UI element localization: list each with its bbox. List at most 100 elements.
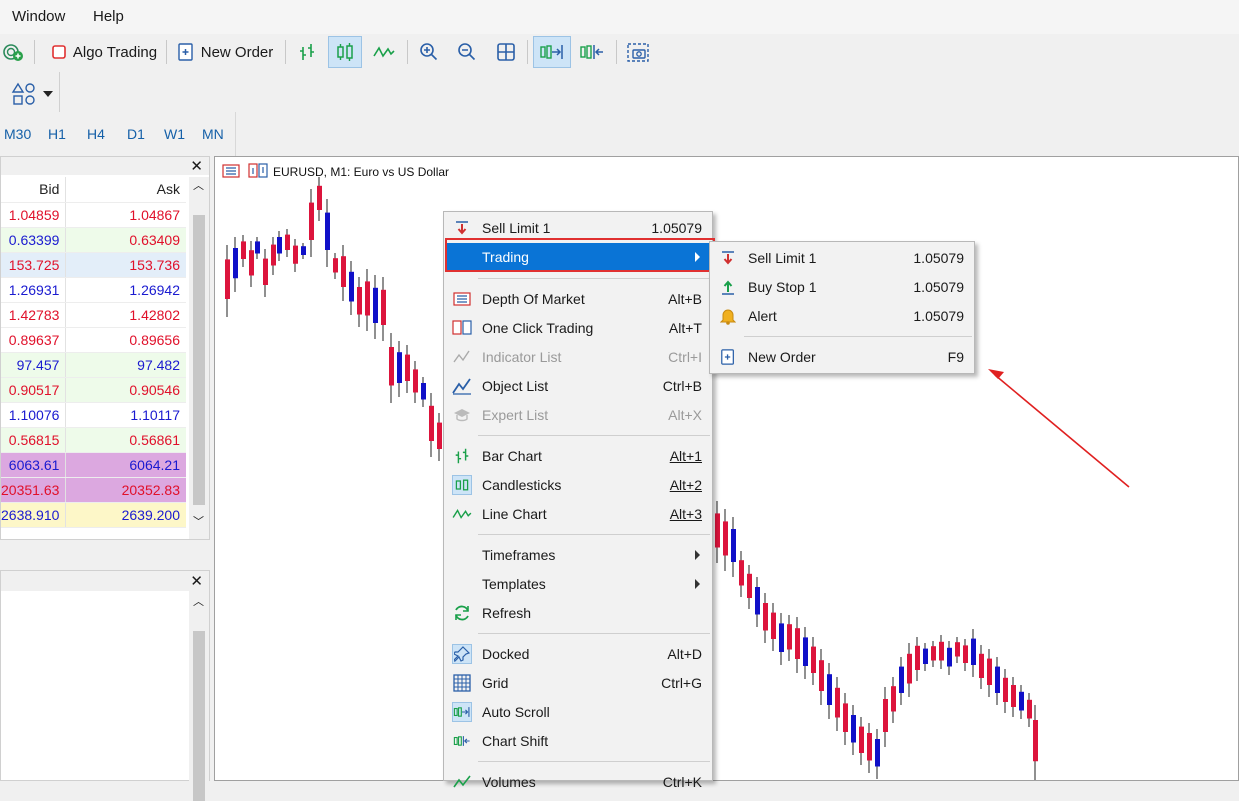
candle-body bbox=[357, 287, 362, 315]
menu-item-object-list[interactable]: Object List Ctrl+B bbox=[446, 372, 710, 400]
menu-item-auto-scroll[interactable]: Auto Scroll bbox=[446, 698, 710, 726]
object-list-label: Object List bbox=[482, 378, 549, 394]
market-watch-scrollbar[interactable]: ︿ ﹀ bbox=[189, 177, 209, 539]
timeframes-toolbar: M30 H1 H4 D1 W1 MN bbox=[0, 112, 236, 156]
toolbar-separator bbox=[34, 40, 35, 64]
submenu-item-sell-limit[interactable]: Sell Limit 1 1.05079 bbox=[712, 244, 972, 272]
candle-body bbox=[835, 687, 840, 718]
menu-item-refresh[interactable]: Refresh bbox=[446, 599, 710, 627]
candle-body bbox=[233, 248, 238, 279]
chart-shift-button[interactable] bbox=[575, 36, 609, 68]
new-order-icon bbox=[178, 43, 193, 61]
signals-button[interactable] bbox=[0, 36, 26, 68]
ask-price: 0.89656 bbox=[65, 327, 186, 353]
trading-submenu: Sell Limit 1 1.05079 Buy Stop 1 1.05079 … bbox=[709, 241, 975, 374]
timeframe-h1[interactable]: H1 bbox=[48, 126, 66, 142]
candle-body bbox=[1003, 677, 1008, 702]
menu-item-templates[interactable]: Templates bbox=[446, 570, 710, 598]
bid-price: 1.04859 bbox=[1, 202, 67, 228]
tile-windows-button[interactable] bbox=[491, 36, 521, 68]
navigator-scrollbar[interactable]: ︿ bbox=[189, 591, 209, 801]
menu-item-line-chart[interactable]: Line Chart Alt+3 bbox=[446, 500, 710, 528]
auto-scroll-button[interactable] bbox=[533, 36, 571, 68]
toolbar-separator bbox=[285, 40, 286, 64]
menu-item-expert-list[interactable]: Expert List Alt+X bbox=[446, 401, 710, 429]
candle-body bbox=[787, 624, 792, 650]
candle-body bbox=[755, 587, 760, 615]
bar-chart-icon bbox=[300, 44, 314, 60]
market-watch-row[interactable]: 153.725 153.736 bbox=[1, 252, 186, 278]
depth-of-market-icon[interactable] bbox=[222, 164, 240, 178]
timeframe-w1[interactable]: W1 bbox=[164, 126, 185, 142]
chevron-down-icon bbox=[43, 91, 53, 97]
menu-item-volumes[interactable]: Volumes Ctrl+K bbox=[446, 768, 710, 796]
market-watch-row[interactable]: 0.89637 0.89656 bbox=[1, 327, 186, 353]
bid-price: 0.63399 bbox=[1, 227, 67, 253]
timeframe-h4[interactable]: H4 bbox=[87, 126, 105, 142]
timeframe-mn[interactable]: MN bbox=[202, 126, 224, 142]
market-watch-row[interactable]: 0.56815 0.56861 bbox=[1, 427, 186, 453]
submenu-item-buy-stop[interactable]: Buy Stop 1 1.05079 bbox=[712, 273, 972, 301]
market-watch-row[interactable]: 20351.63 20352.83 bbox=[1, 477, 186, 503]
zoom-in-button[interactable] bbox=[414, 36, 444, 68]
close-icon[interactable]: ✕ bbox=[190, 572, 203, 590]
market-watch-row[interactable]: 0.63399 0.63409 bbox=[1, 227, 186, 253]
new-order-button[interactable]: New Order bbox=[172, 36, 278, 68]
scrollbar-thumb[interactable] bbox=[193, 631, 205, 801]
candle-body bbox=[979, 653, 984, 678]
menu-window[interactable]: Window bbox=[12, 8, 65, 25]
scroll-up-icon[interactable]: ︿ bbox=[193, 177, 204, 193]
menu-item-timeframes[interactable]: Timeframes bbox=[446, 541, 710, 569]
market-watch-row[interactable]: 1.10076 1.10117 bbox=[1, 402, 186, 428]
screenshot-button[interactable] bbox=[622, 36, 654, 68]
column-header-bid[interactable]: Bid bbox=[1, 177, 67, 203]
menu-item-depth-of-market[interactable]: Depth Of Market Alt+B bbox=[446, 285, 710, 313]
market-watch-row[interactable]: 6063.61 6064.21 bbox=[1, 452, 186, 478]
timeframe-m30[interactable]: M30 bbox=[4, 126, 31, 142]
market-watch-row[interactable]: 1.26931 1.26942 bbox=[1, 277, 186, 303]
market-watch-row[interactable]: 1.42783 1.42802 bbox=[1, 302, 186, 328]
candle-body bbox=[271, 244, 276, 266]
volumes-shortcut: Ctrl+K bbox=[662, 774, 702, 790]
menu-item-grid[interactable]: Grid Ctrl+G bbox=[446, 669, 710, 697]
candle-body bbox=[995, 666, 1000, 693]
auto-scroll-icon bbox=[540, 45, 563, 59]
new-order-icon bbox=[718, 347, 738, 367]
refresh-label: Refresh bbox=[482, 605, 532, 621]
ask-price: 97.482 bbox=[65, 352, 186, 378]
scroll-up-icon[interactable]: ︿ bbox=[193, 593, 204, 609]
menu-help[interactable]: Help bbox=[93, 8, 124, 25]
market-watch-row[interactable]: 97.457 97.482 bbox=[1, 352, 186, 378]
submenu-item-alert[interactable]: Alert 1.05079 bbox=[712, 302, 972, 330]
market-watch-row[interactable]: 1.04859 1.04867 bbox=[1, 202, 186, 228]
candlesticks-button[interactable] bbox=[328, 36, 362, 68]
menu-item-chart-shift[interactable]: Chart Shift bbox=[446, 727, 710, 755]
menu-item-one-click-trading[interactable]: One Click Trading Alt+T bbox=[446, 314, 710, 342]
zoom-out-button[interactable] bbox=[452, 36, 482, 68]
highlight-frame bbox=[445, 238, 715, 272]
market-watch-row[interactable]: 2638.910 2639.200 bbox=[1, 502, 186, 528]
menu-item-indicator-list[interactable]: Indicator List Ctrl+I bbox=[446, 343, 710, 371]
market-watch-row[interactable]: 0.90517 0.90546 bbox=[1, 377, 186, 403]
menu-item-docked[interactable]: Docked Alt+D bbox=[446, 640, 710, 668]
navigator-panel: ✕ ︿ bbox=[0, 570, 210, 801]
shapes-dropdown-button[interactable] bbox=[8, 78, 56, 110]
scroll-down-icon[interactable]: ﹀ bbox=[193, 513, 204, 529]
scrollbar-thumb[interactable] bbox=[193, 215, 205, 505]
menu-item-candlesticks[interactable]: Candlesticks Alt+2 bbox=[446, 471, 710, 499]
submenu-item-new-order[interactable]: New Order F9 bbox=[712, 343, 972, 371]
menu-item-bar-chart[interactable]: Bar Chart Alt+1 bbox=[446, 442, 710, 470]
objects-toolbar bbox=[0, 72, 60, 112]
timeframe-d1[interactable]: D1 bbox=[127, 126, 145, 142]
column-header-ask[interactable]: Ask bbox=[65, 177, 186, 203]
one-click-trading-icon[interactable] bbox=[248, 163, 268, 179]
close-icon[interactable]: ✕ bbox=[190, 157, 203, 175]
line-chart-button[interactable] bbox=[368, 36, 400, 68]
bar-chart-button[interactable] bbox=[292, 36, 322, 68]
shapes-icon bbox=[11, 82, 35, 105]
chart-shift-label: Chart Shift bbox=[482, 733, 549, 749]
candle-body bbox=[1011, 685, 1016, 707]
algo-trading-button[interactable]: Algo Trading bbox=[42, 36, 166, 68]
sell-limit-price: 1.05079 bbox=[651, 220, 702, 236]
object-list-shortcut: Ctrl+B bbox=[662, 378, 702, 394]
